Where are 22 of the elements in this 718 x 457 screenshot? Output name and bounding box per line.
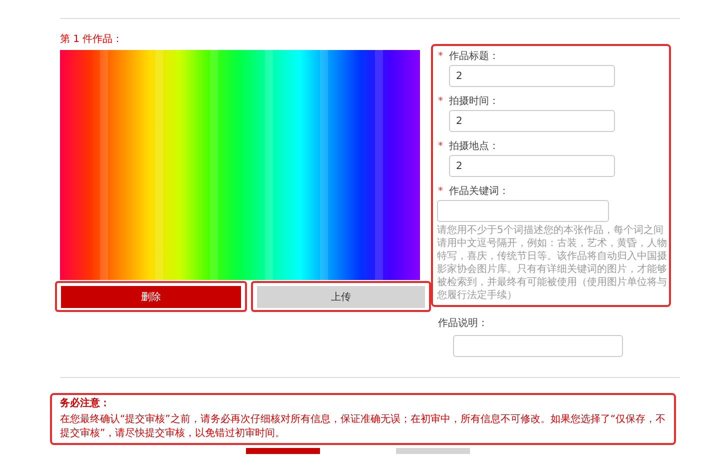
field-label: 作品关键词： (449, 186, 510, 197)
input-field[interactable]: 2 (449, 110, 615, 132)
upload-button[interactable]: 上传 (257, 286, 425, 308)
input-field[interactable]: 2 (449, 155, 615, 177)
entry-heading: 第 1 件作品： (60, 33, 124, 46)
required-mark: * (438, 96, 443, 107)
notice-text: 在您最终确认“提交审核”之前，请务必再次仔细核对所有信息，保证准确无误；在初审中，所有信息不可修改。如果您选择了“仅保存，不提交审核”，请尽快提交审核，以免错过初审时间。 (60, 413, 666, 441)
input-field[interactable] (453, 335, 623, 357)
delete-button[interactable]: 删除 (61, 286, 241, 308)
required-mark: * (438, 141, 443, 152)
input-field[interactable]: 2 (449, 65, 615, 87)
field-label: 作品说明： (438, 318, 488, 329)
cut-off-button[interactable] (396, 448, 470, 454)
input-field[interactable] (437, 200, 609, 222)
required-mark: * (438, 51, 443, 62)
help-text: 请您用不少于5个词描述您的本张作品，每个词之间请用中文逗号隔开，例如：古装，艺术，黄昏，人物特写，喜庆，传统节日等。该作品将自动归入中国摄影家协会图片库。只有有详细关键词的图片，才能够被检索到，并最终有可能被使用（使用图片单位将与您履行法定手续） (437, 224, 667, 302)
field-label: 拍摄地点： (449, 141, 500, 152)
required-mark: * (438, 186, 443, 197)
field-label: 拍摄时间： (449, 96, 500, 107)
cut-off-button[interactable] (246, 448, 320, 454)
notice-title: 务必注意： (60, 397, 111, 410)
field-label: 作品标题： (449, 51, 500, 62)
